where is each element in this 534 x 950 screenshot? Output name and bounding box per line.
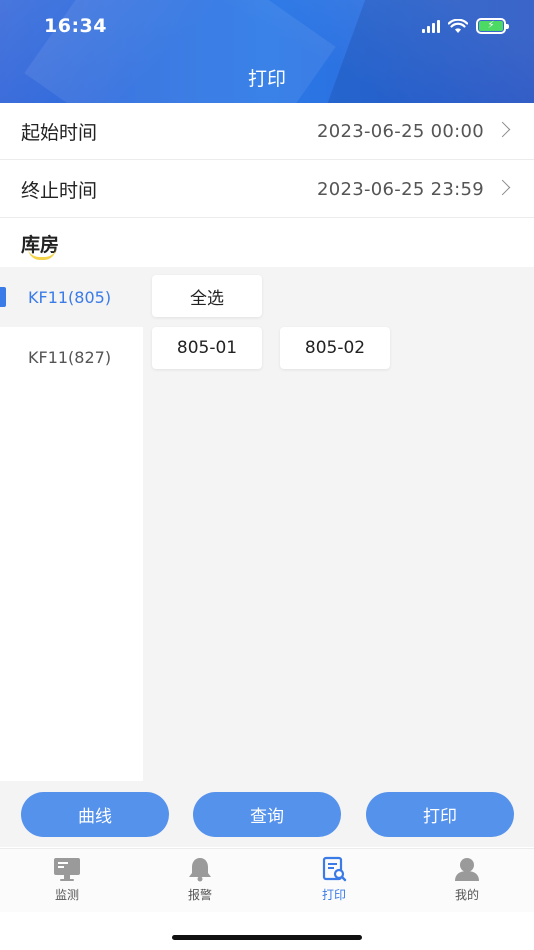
page-title: 打印 bbox=[247, 68, 286, 90]
end-time-row[interactable]: 终止时间 2023-06-25 23:59 bbox=[0, 161, 534, 218]
monitor-icon bbox=[53, 855, 81, 883]
wifi-icon bbox=[448, 18, 468, 33]
tab-alarm[interactable]: 报警 bbox=[160, 855, 240, 907]
curve-button[interactable]: 曲线 bbox=[21, 792, 169, 837]
status-time: 16:34 bbox=[44, 15, 107, 37]
app-header: 16:34 ⚡ 打印 bbox=[0, 0, 534, 103]
select-all-button[interactable]: 全选 bbox=[152, 275, 262, 317]
section-underline bbox=[28, 248, 56, 260]
start-time-row[interactable]: 起始时间 2023-06-25 00:00 bbox=[0, 103, 534, 160]
print-button[interactable]: 打印 bbox=[366, 792, 514, 837]
battery-icon: ⚡ bbox=[476, 18, 509, 34]
tab-label: 打印 bbox=[321, 888, 346, 902]
chevron-right-icon bbox=[494, 179, 511, 196]
tab-mine[interactable]: 我的 bbox=[427, 855, 507, 907]
start-time-value: 2023-06-25 00:00 bbox=[316, 120, 484, 142]
tab-bar: 监测 报警 打印 我的 bbox=[0, 848, 534, 912]
warehouse-item-kf11-827[interactable]: KF11(827) bbox=[0, 327, 143, 387]
print-doc-icon bbox=[320, 855, 348, 883]
tab-monitor[interactable]: 监测 bbox=[27, 855, 107, 907]
end-time-label: 终止时间 bbox=[21, 179, 98, 202]
warehouse-panel: KF11(805) KF11(827) 全选 805-01 805-02 bbox=[0, 267, 534, 781]
warehouse-item-label: KF11(805) bbox=[28, 287, 112, 307]
warehouse-item-kf11-805[interactable]: KF11(805) bbox=[0, 267, 143, 327]
bell-icon bbox=[186, 855, 214, 883]
warehouse-item-label: KF11(827) bbox=[28, 347, 112, 367]
end-time-value: 2023-06-25 23:59 bbox=[316, 178, 484, 200]
signal-icon bbox=[422, 19, 440, 33]
action-bar: 曲线 查询 打印 bbox=[0, 781, 534, 847]
query-button[interactable]: 查询 bbox=[193, 792, 341, 837]
tab-label: 监测 bbox=[54, 888, 79, 902]
warehouse-list: KF11(805) KF11(827) bbox=[0, 267, 143, 781]
user-icon bbox=[453, 855, 481, 883]
status-icons: ⚡ bbox=[422, 18, 509, 34]
tab-print[interactable]: 打印 bbox=[294, 855, 374, 907]
chevron-right-icon bbox=[494, 121, 511, 138]
tab-label: 我的 bbox=[454, 888, 479, 902]
room-chip-805-01[interactable]: 805-01 bbox=[152, 327, 262, 369]
room-chip-805-02[interactable]: 805-02 bbox=[280, 327, 390, 369]
home-indicator[interactable] bbox=[172, 935, 362, 940]
start-time-label: 起始时间 bbox=[21, 121, 98, 144]
active-indicator bbox=[0, 287, 6, 307]
tab-label: 报警 bbox=[187, 888, 212, 902]
